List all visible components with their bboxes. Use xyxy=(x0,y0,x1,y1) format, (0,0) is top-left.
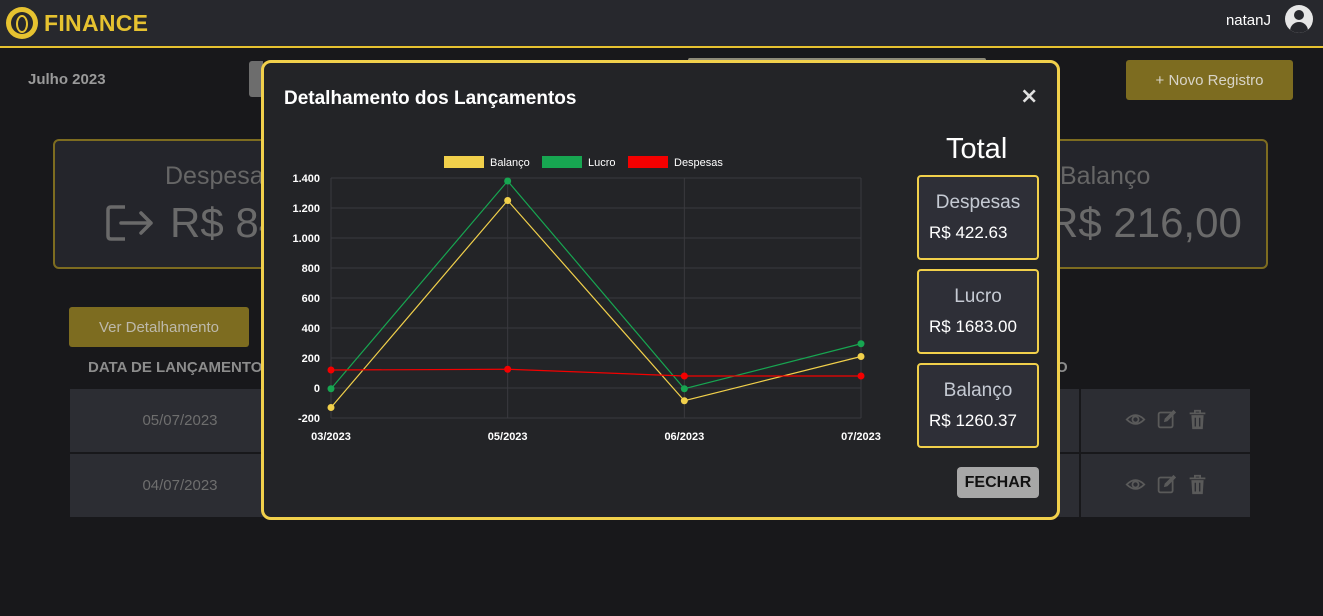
data-point xyxy=(680,397,688,405)
total-despesas-label: Despesas xyxy=(935,192,1021,213)
y-tick-label: -200 xyxy=(298,413,320,425)
user-avatar-icon[interactable] xyxy=(1285,5,1313,33)
data-point xyxy=(327,404,335,411)
x-tick-label: 07/2023 xyxy=(841,431,881,443)
y-tick-label: 1.400 xyxy=(292,173,320,185)
despesas-card: Despesas R$ 84 xyxy=(53,139,283,269)
data-point xyxy=(327,385,335,393)
y-tick-label: 400 xyxy=(302,323,320,335)
data-point xyxy=(327,366,335,374)
trash-icon[interactable] xyxy=(1187,474,1208,495)
total-balanco-value: R$ 1260.37 xyxy=(929,411,1017,430)
total-lucro-label: Lucro xyxy=(954,286,1002,307)
data-point xyxy=(680,385,688,393)
data-point xyxy=(857,340,865,348)
series-line xyxy=(330,368,861,377)
table-header-date: DATA DE LANÇAMENTO xyxy=(88,359,263,376)
edit-icon[interactable] xyxy=(1156,474,1177,495)
modal-close-button[interactable]: × xyxy=(1020,85,1038,109)
month-label: Julho 2023 xyxy=(28,71,106,88)
x-tick-label: 06/2023 xyxy=(664,431,704,443)
view-detail-button[interactable]: Ver Detalhamento xyxy=(69,307,249,347)
coin-logo-icon xyxy=(6,7,38,39)
data-point xyxy=(504,177,512,185)
legend-swatch xyxy=(628,156,668,168)
brand[interactable]: FINANCE xyxy=(6,5,148,41)
total-title: Total xyxy=(946,133,1008,165)
y-tick-label: 800 xyxy=(302,263,320,275)
username: natanJ xyxy=(1225,12,1271,29)
modal-title: Detalhamento dos Lançamentos xyxy=(284,88,577,109)
entries-line-chart: 1.400 1.200 1.000 800 600 400 200 0 -200 03/2023 0… xyxy=(292,156,881,443)
y-tick-label: 200 xyxy=(302,353,320,365)
legend-label: Lucro xyxy=(588,157,616,169)
balanco-card-title: Balanço xyxy=(1060,162,1151,190)
data-point xyxy=(680,372,688,380)
brand-name: FINANCE xyxy=(44,9,149,36)
data-point xyxy=(857,372,865,380)
y-tick-label: 0 xyxy=(314,383,320,395)
total-despesas-value: R$ 422.63 xyxy=(929,223,1008,242)
despesas-card-title: Despesas xyxy=(165,162,277,190)
data-point xyxy=(504,365,512,373)
legend-swatch xyxy=(444,156,484,168)
data-point xyxy=(504,197,512,204)
eye-icon[interactable] xyxy=(1125,409,1146,430)
top-bar: FINANCE natanJ xyxy=(0,0,1323,48)
row-actions xyxy=(1081,389,1250,452)
y-tick-label: 600 xyxy=(302,293,320,305)
exit-icon xyxy=(106,205,153,241)
edit-icon[interactable] xyxy=(1156,409,1177,430)
row-date: 05/07/2023 xyxy=(70,389,290,452)
y-tick-label: 1.000 xyxy=(292,233,320,245)
eye-icon[interactable] xyxy=(1125,474,1146,495)
total-lucro-value: R$ 1683.00 xyxy=(929,317,1017,336)
total-balanco-box: Balanço R$ 1260.37 xyxy=(917,363,1039,448)
trash-icon[interactable] xyxy=(1187,409,1208,430)
details-modal: Detalhamento dos Lançamentos × 1.400 1.20… xyxy=(261,60,1060,520)
total-despesas-box: Despesas R$ 422.63 xyxy=(917,175,1039,260)
legend-label: Despesas xyxy=(674,157,723,169)
legend-swatch xyxy=(542,156,582,168)
new-record-button[interactable]: + Novo Registro xyxy=(1126,60,1293,100)
row-actions xyxy=(1081,454,1250,517)
total-balanco-label: Balanço xyxy=(943,380,1013,401)
row-date: 04/07/2023 xyxy=(70,454,290,517)
y-tick-label: 1.200 xyxy=(292,203,320,215)
total-lucro-box: Lucro R$ 1683.00 xyxy=(917,269,1039,354)
balanco-card: Balanço R$ 216,00 xyxy=(1040,139,1268,269)
balanco-card-value: R$ 216,00 xyxy=(1048,199,1242,246)
x-tick-label: 03/2023 xyxy=(311,431,351,443)
fechar-button[interactable]: FECHAR xyxy=(957,467,1039,498)
data-point xyxy=(857,353,865,360)
legend-label: Balanço xyxy=(490,157,530,169)
x-tick-label: 05/2023 xyxy=(488,431,528,443)
